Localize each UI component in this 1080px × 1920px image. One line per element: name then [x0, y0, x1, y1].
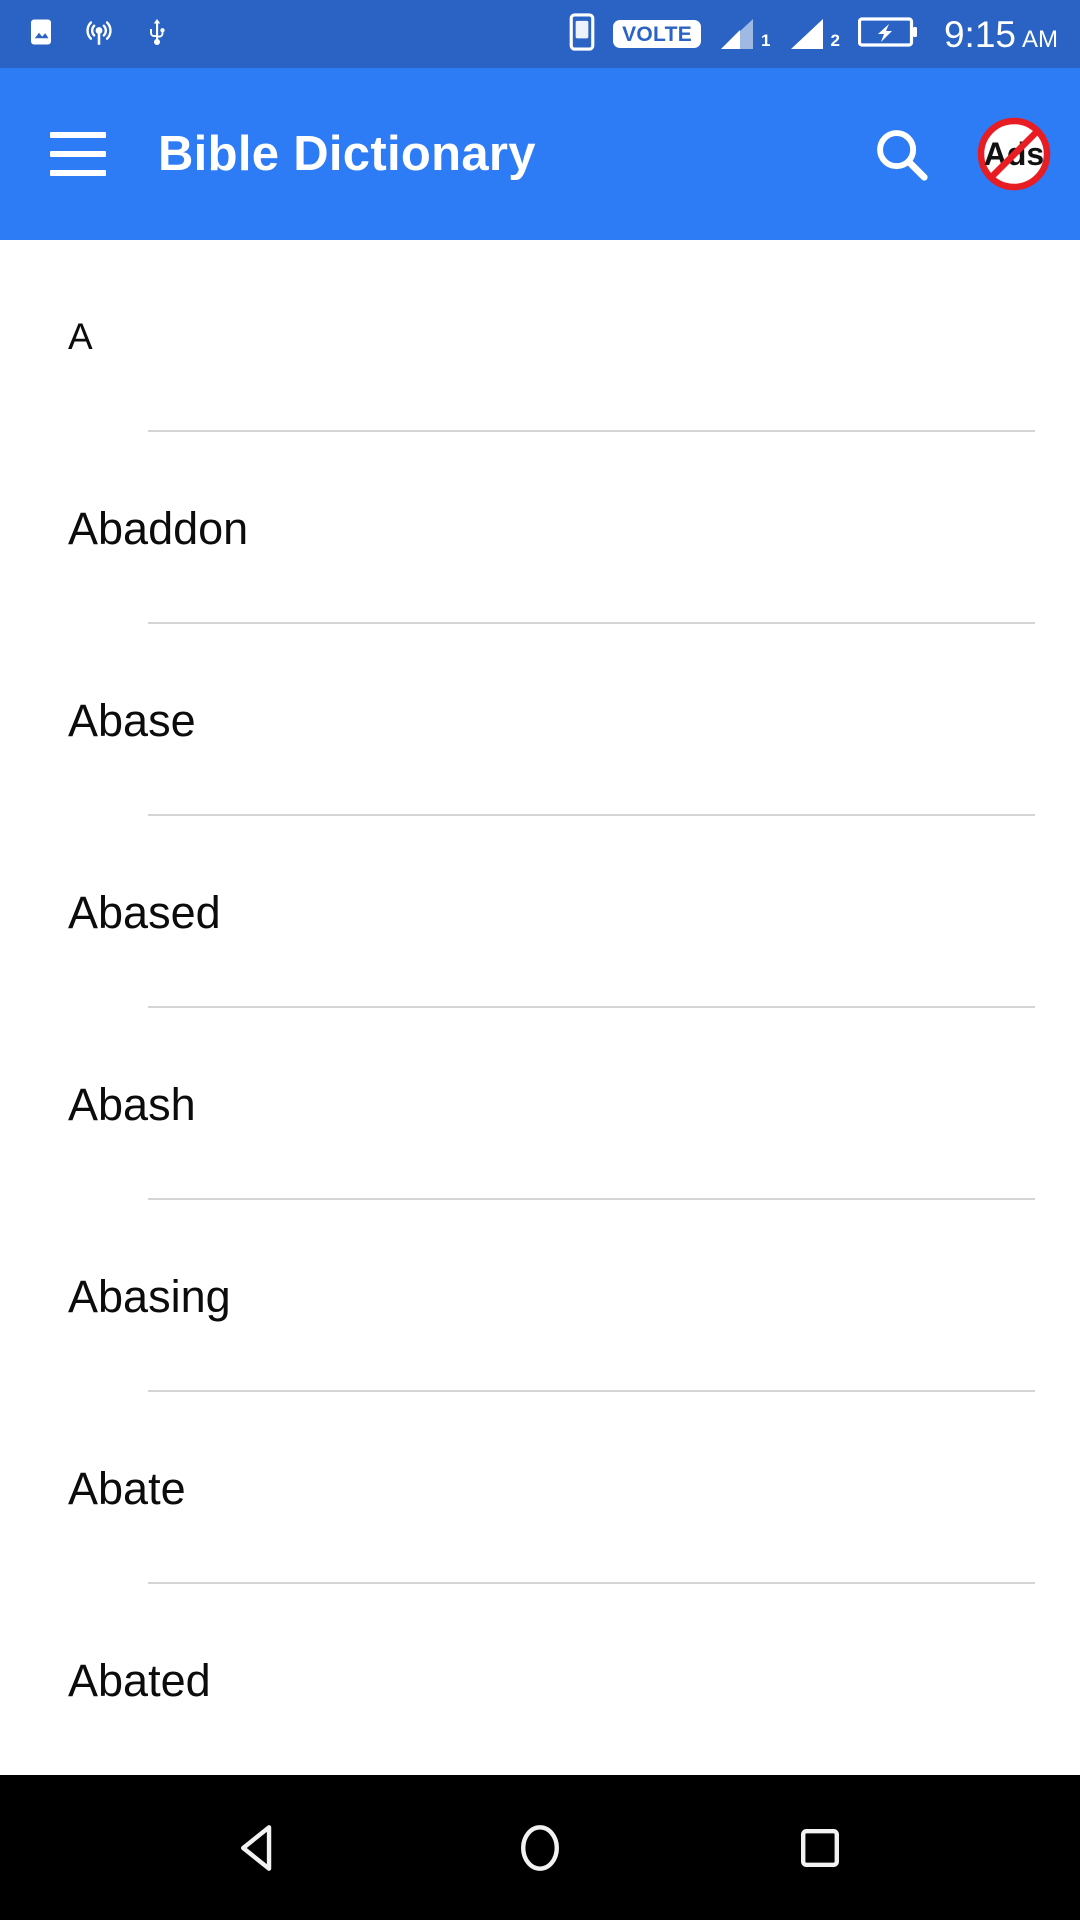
hamburger-menu-icon[interactable]	[50, 126, 106, 182]
clock-period: AM	[1022, 25, 1058, 53]
usb-icon	[142, 16, 172, 53]
signal-icon-1: 1	[719, 17, 771, 51]
status-bar-left-icons	[26, 15, 172, 54]
dictionary-word-list[interactable]: A Abaddon Abase Abased Abash Abasing Abate Abat…	[0, 240, 1080, 1775]
status-bar-right-icons: VOLTE 1 2 9:15 AM	[569, 12, 1058, 56]
hamburger-line-3	[50, 170, 106, 176]
hamburger-line-1	[50, 132, 106, 138]
sim-card-icon	[569, 12, 595, 56]
list-item-label: A	[68, 315, 93, 357]
volte-icon: VOLTE	[613, 20, 702, 48]
page-title: Bible Dictionary	[158, 127, 536, 181]
signal-2-label: 2	[830, 31, 840, 50]
list-item-label: Abate	[68, 1462, 186, 1514]
list-item[interactable]: Abated	[0, 1584, 1080, 1775]
no-ads-icon[interactable]: Ads	[976, 116, 1052, 192]
list-item-label: Abase	[68, 694, 196, 746]
battery-charging-icon	[857, 16, 918, 53]
list-item[interactable]: Abaddon	[0, 432, 1080, 624]
list-item-label: Abased	[68, 886, 221, 938]
list-item[interactable]: Abate	[0, 1392, 1080, 1584]
signal-icon-2: 2	[789, 17, 840, 51]
system-navigation-bar	[0, 1775, 1080, 1920]
back-button[interactable]	[205, 1793, 315, 1903]
list-item[interactable]: Abash	[0, 1008, 1080, 1200]
status-bar: VOLTE 1 2 9:15 AM	[0, 0, 1080, 68]
hamburger-line-2	[50, 151, 106, 157]
recents-button[interactable]	[765, 1793, 875, 1903]
list-item[interactable]: A	[0, 240, 1080, 432]
home-button[interactable]	[485, 1793, 595, 1903]
list-item-label: Abated	[68, 1654, 211, 1706]
list-item[interactable]: Abasing	[0, 1200, 1080, 1392]
list-item-label: Abasing	[68, 1270, 231, 1322]
hotspot-icon	[82, 15, 116, 54]
list-item-label: Abaddon	[68, 502, 249, 554]
phone-screen: VOLTE 1 2 9:15 AM Bible Dictionary A Aba…	[0, 0, 1080, 1920]
image-icon	[26, 17, 56, 52]
list-item[interactable]: Abase	[0, 624, 1080, 816]
search-icon[interactable]	[866, 119, 936, 189]
list-item-label: Abash	[68, 1078, 196, 1130]
app-bar: Bible Dictionary Ads	[0, 68, 1080, 240]
clock-time: 9:15	[943, 13, 1016, 55]
signal-1-label: 1	[761, 31, 771, 50]
list-item[interactable]: Abased	[0, 816, 1080, 1008]
status-bar-clock: 9:15 AM	[944, 16, 1058, 53]
app-bar-actions: Ads	[866, 116, 1052, 192]
